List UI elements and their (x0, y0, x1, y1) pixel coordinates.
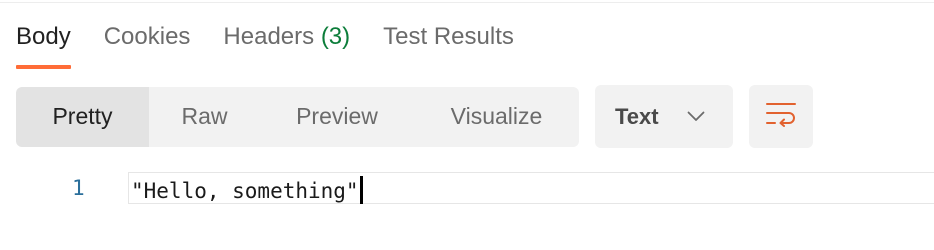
tab-test-results[interactable]: Test Results (383, 22, 514, 70)
response-tabs: Body Cookies Headers (3) Test Results (16, 22, 547, 70)
response-toolbar: Pretty Raw Preview Visualize Text (16, 85, 813, 148)
format-select[interactable]: Text (595, 85, 733, 148)
view-mode-pretty[interactable]: Pretty (16, 86, 149, 147)
tab-headers-label: Headers (223, 23, 315, 50)
view-mode-visualize[interactable]: Visualize (414, 87, 579, 147)
wrap-lines-button[interactable] (749, 85, 813, 148)
active-tab-indicator (16, 65, 71, 69)
view-mode-raw[interactable]: Raw (149, 87, 260, 147)
headers-count: (3) (320, 23, 351, 50)
view-mode-preview[interactable]: Preview (260, 87, 414, 147)
response-editor[interactable]: 1 "Hello, something" (0, 168, 934, 208)
top-divider (0, 0, 934, 3)
code-line[interactable]: "Hello, something" (128, 172, 934, 204)
text-cursor (359, 176, 363, 204)
chevron-down-icon (687, 111, 705, 123)
tab-test-results-label: Test Results (383, 23, 514, 50)
view-mode-switcher: Pretty Raw Preview Visualize (16, 86, 579, 147)
line-number: 1 (72, 176, 85, 200)
tab-cookies[interactable]: Cookies (104, 22, 191, 70)
format-select-value: Text (615, 103, 659, 129)
code-text-content: "Hello, something" (131, 179, 359, 203)
wrap-lines-icon (765, 101, 797, 132)
tab-headers[interactable]: Headers (3) (223, 22, 350, 70)
tab-cookies-label: Cookies (103, 23, 191, 50)
tab-body[interactable]: Body (16, 22, 71, 70)
code-line-text: "Hello, something" (131, 176, 363, 204)
tab-body-label: Body (16, 23, 71, 50)
